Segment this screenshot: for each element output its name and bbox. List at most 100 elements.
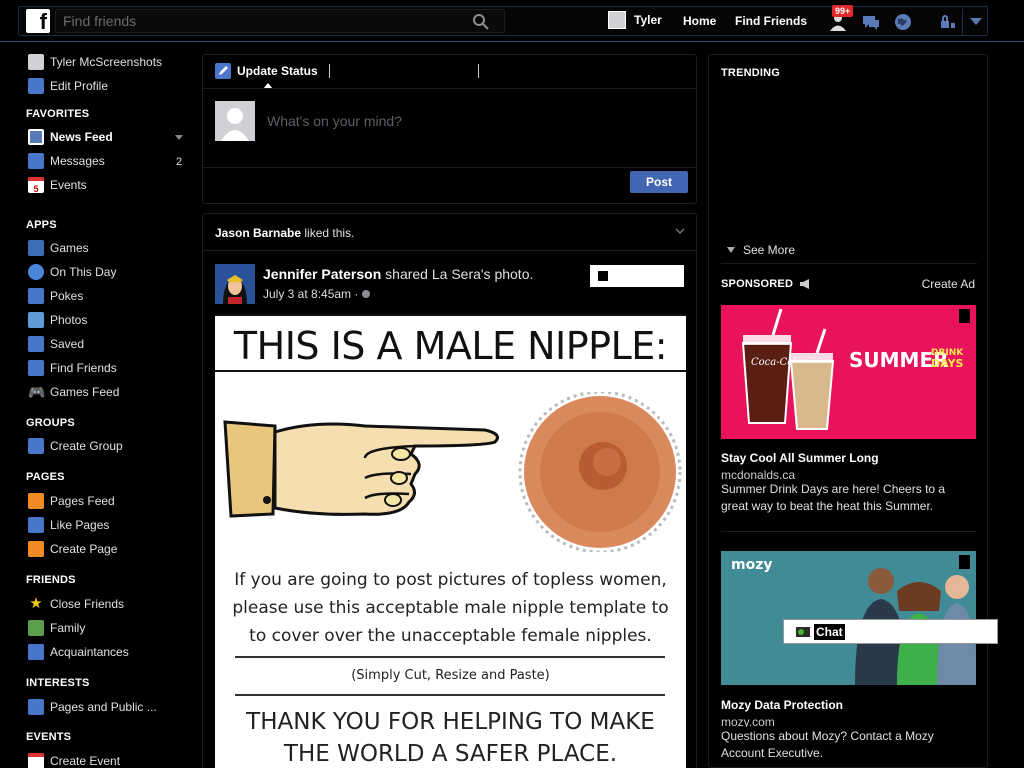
- sidebar-item-label: Acquaintances: [50, 645, 129, 659]
- top-bar: f Tyler Home Find Friends 99+: [0, 0, 1024, 42]
- create-page-icon: [28, 541, 44, 557]
- news-feed-icon: [28, 129, 44, 145]
- story-overlay-box: [590, 265, 684, 287]
- ad-title[interactable]: Stay Cool All Summer Long: [721, 451, 879, 465]
- liker-name-link[interactable]: Jason Barnabe: [215, 226, 301, 240]
- ad-description: Questions about Mozy? Contact a Mozy Acc…: [721, 729, 934, 760]
- ad-title[interactable]: Mozy Data Protection: [721, 698, 843, 712]
- privacy-lock-icon[interactable]: [938, 12, 958, 32]
- author-name-link[interactable]: Jennifer Paterson: [263, 266, 381, 282]
- ad-image-mcdonalds[interactable]: Coca-Cola SUMMER DRINK DAYS: [721, 305, 976, 439]
- search-icon[interactable]: [472, 13, 490, 31]
- sidebar-item-label: Pokes: [50, 289, 84, 303]
- create-ad-link[interactable]: Create Ad: [922, 277, 975, 291]
- account-menu-button[interactable]: [962, 9, 988, 35]
- status-input[interactable]: What's on your mind?: [267, 113, 402, 129]
- meme-footer-line: THE WORLD A SAFER PLACE.: [283, 741, 618, 767]
- see-more-link[interactable]: See More: [727, 243, 795, 257]
- sidebar-item-news-feed[interactable]: News Feed: [28, 127, 113, 147]
- ad-description: Summer Drink Days are here! Cheers to a …: [721, 482, 946, 513]
- square-icon: [598, 271, 608, 281]
- sidebar-item-create-group[interactable]: Create Group: [28, 436, 123, 456]
- create-event-icon: [28, 753, 44, 768]
- chat-sidebar-toggle[interactable]: Chat: [783, 619, 998, 644]
- sidebar-item-label: Pages Feed: [50, 494, 115, 508]
- chat-label: Chat: [814, 623, 845, 640]
- sidebar-item-messages[interactable]: Messages: [28, 151, 105, 171]
- ad-hide-button[interactable]: [959, 309, 970, 323]
- sidebar-item-profile[interactable]: Tyler McScreenshots: [28, 52, 162, 72]
- meme-body-line: to cover over the unacceptable female ni…: [249, 626, 652, 646]
- sidebar-item-pages-public[interactable]: Pages and Public ...: [28, 697, 157, 717]
- games-icon: [28, 240, 44, 256]
- sidebar-item-edit-profile[interactable]: Edit Profile: [28, 76, 108, 96]
- sidebar-item-events[interactable]: 5 Events: [28, 175, 87, 195]
- home-link[interactable]: Home: [683, 14, 716, 28]
- saved-icon: [28, 336, 44, 352]
- sidebar-item-games[interactable]: Games: [28, 238, 89, 258]
- right-column: TRENDING See More SPONSORED Create Ad Co…: [708, 54, 988, 768]
- ad-domain: mcdonalds.ca: [721, 468, 796, 480]
- shared-photo[interactable]: THIS IS A MALE NIPPLE: If you are going …: [215, 314, 686, 768]
- avatar: [608, 11, 626, 29]
- sidebar-item-label: Events: [50, 178, 87, 192]
- story-context: Jason Barnabe liked this.: [215, 226, 354, 240]
- notifications-globe-icon[interactable]: [892, 12, 914, 32]
- events-heading: EVENTS: [26, 731, 72, 743]
- sidebar-item-acquaintances[interactable]: Acquaintances: [28, 642, 129, 662]
- find-friends-link[interactable]: Find Friends: [735, 14, 807, 28]
- sidebar-item-close-friends[interactable]: ★ Close Friends: [28, 594, 124, 614]
- author-avatar[interactable]: [215, 264, 255, 304]
- ad-image-mozy[interactable]: mozy: [721, 551, 976, 685]
- story-divider: [203, 250, 696, 251]
- left-navigation: Tyler McScreenshots Edit Profile FAVORIT…: [0, 42, 190, 768]
- section-divider: [721, 263, 977, 264]
- meme-divider: [235, 694, 665, 696]
- sidebar-item-photos[interactable]: Photos: [28, 310, 87, 330]
- sidebar-item-pokes[interactable]: Pokes: [28, 286, 83, 306]
- facebook-logo-icon[interactable]: f: [26, 9, 50, 33]
- story-timestamp[interactable]: July 3 at 8:45am ·: [263, 287, 370, 301]
- tab-label: Update Status: [237, 64, 318, 78]
- megaphone-icon: [800, 279, 810, 289]
- tab-update-status[interactable]: Update Status: [215, 63, 318, 79]
- sidebar-item-label: Find Friends: [50, 361, 117, 375]
- sidebar-item-pages-feed[interactable]: Pages Feed: [28, 491, 115, 511]
- ad-hide-button[interactable]: [959, 555, 970, 569]
- on-this-day-icon: [28, 264, 44, 280]
- sidebar-item-create-page[interactable]: Create Page: [28, 539, 117, 559]
- interests-heading: INTERESTS: [26, 677, 90, 689]
- see-more-label: See More: [743, 243, 796, 257]
- news-feed-options-icon[interactable]: [175, 135, 183, 140]
- sidebar-item-games-feed[interactable]: 🎮 Games Feed: [28, 382, 119, 402]
- messages-icon[interactable]: [860, 12, 882, 32]
- sidebar-item-label: Tyler McScreenshots: [50, 55, 163, 69]
- pages-heading: PAGES: [26, 471, 65, 483]
- tab-divider: [478, 64, 479, 78]
- sidebar-item-label: Messages: [50, 154, 105, 168]
- search-input[interactable]: [63, 13, 463, 29]
- sidebar-item-family[interactable]: Family: [28, 618, 85, 638]
- sponsored-label: SPONSORED: [721, 278, 794, 290]
- find-friends-icon: [28, 360, 44, 376]
- top-profile-link[interactable]: Tyler: [608, 11, 662, 29]
- sidebar-item-saved[interactable]: Saved: [28, 334, 84, 354]
- sidebar-item-find-friends[interactable]: Find Friends: [28, 358, 117, 378]
- like-pages-icon: [28, 517, 44, 533]
- avatar: [215, 101, 255, 141]
- sidebar-item-like-pages[interactable]: Like Pages: [28, 515, 109, 535]
- acquaintances-icon: [28, 644, 44, 660]
- sidebar-item-label: Create Page: [50, 542, 118, 556]
- sidebar-item-label: News Feed: [50, 130, 113, 144]
- meme-body-line: please use this acceptable male nipple t…: [232, 598, 669, 618]
- events-icon: 5: [28, 177, 44, 194]
- story-author-line: Jennifer Paterson shared La Sera's photo…: [263, 266, 533, 282]
- sidebar-item-on-this-day[interactable]: On This Day: [28, 262, 116, 282]
- post-button[interactable]: Post: [630, 171, 688, 193]
- trending-heading: TRENDING: [721, 67, 781, 79]
- svg-text:mozy: mozy: [731, 557, 772, 573]
- sidebar-item-create-event[interactable]: Create Event: [28, 751, 120, 768]
- composer-divider: [203, 88, 696, 89]
- search-box[interactable]: [55, 9, 505, 33]
- chevron-down-icon[interactable]: [675, 226, 685, 236]
